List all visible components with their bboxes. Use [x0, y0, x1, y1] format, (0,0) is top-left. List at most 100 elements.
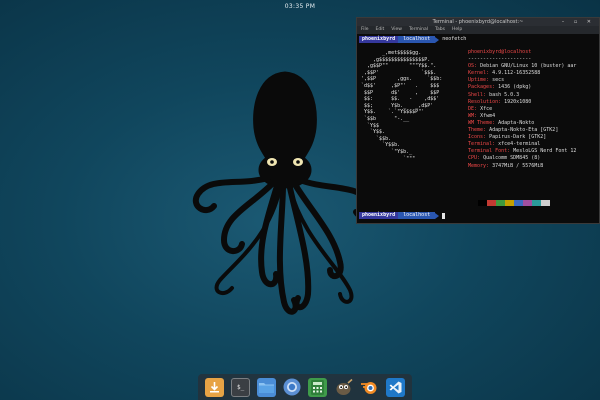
info-key: Terminal — [468, 141, 493, 148]
info-row-wm: WM: Xfwm4 — [468, 112, 496, 119]
logo-line: `$$b "-.__ — [361, 115, 410, 122]
info-row-resolution: Resolution: 1920x1080 — [468, 98, 532, 105]
palette-swatch — [541, 200, 550, 206]
info-key: CPU — [468, 155, 478, 162]
info-value: Adapta-Nokto-Eta [GTK2] — [489, 127, 559, 134]
palette-swatch — [532, 200, 541, 206]
info-key: Theme — [468, 127, 484, 134]
logo-line: _,met$$$$$gg. — [361, 50, 422, 56]
info-row-terminal: Terminal: xfce4-terminal — [468, 141, 541, 148]
file-manager-icon[interactable] — [256, 377, 276, 397]
logo-line: Y$$. `.`"Y$$$$P"' — [361, 109, 425, 116]
info-key: Resolution — [468, 98, 499, 105]
info-value: bash 5.0.3 — [489, 91, 520, 98]
info-value: 3747MiB / 5576MiB — [492, 162, 544, 169]
info-key: Uptime — [468, 77, 487, 84]
info-user-host: phoenixbyrd@localhost — [468, 49, 532, 55]
blender-icon[interactable] — [360, 378, 379, 397]
logo-line: ,g$$P"" """Y$$.". — [361, 63, 437, 70]
window-controls[interactable]: – ▫ ✕ — [562, 18, 595, 26]
logo-line: ,g$$$$$$$$$$$$$$$P. — [361, 56, 431, 63]
palette-swatch — [523, 200, 532, 206]
calculator-icon[interactable] — [308, 377, 328, 397]
prompt-host: localhost — [398, 36, 436, 43]
prompt-user: phoenixbyrd — [359, 36, 399, 43]
logo-line: `d$$' ,$P"' . $$$ — [361, 82, 440, 89]
logo-line: `$$b. — [361, 135, 392, 142]
palette-swatch — [496, 200, 505, 206]
palette-swatch — [478, 200, 487, 206]
info-row-terminal-font: Terminal Font: MesloLGS Nerd Font 12 — [468, 148, 577, 155]
terminal-titlebar[interactable]: Terminal - phoenixbyrd@localhost:~ – ▫ ✕ — [357, 18, 599, 26]
info-value: 1436 (dpkg) — [498, 84, 532, 91]
info-value: Xfce — [480, 105, 493, 112]
info-value: 1920x1080 — [504, 98, 532, 105]
info-row-os: OS: Debian GNU/Linux 10 (buster) aar — [468, 63, 577, 70]
info-value: secs — [492, 77, 505, 84]
vscode-icon[interactable] — [385, 377, 405, 397]
palette-swatch — [487, 200, 496, 206]
info-value: Qualcomm SDM845 (8) — [483, 155, 541, 162]
menu-help[interactable]: Help — [452, 26, 462, 34]
menu-tabs[interactable]: Tabs — [435, 26, 445, 34]
prompt-arrow-icon — [435, 212, 440, 219]
terminal-icon[interactable]: $_ — [231, 377, 251, 397]
downloads-icon[interactable] — [205, 377, 225, 397]
logo-line: `""" — [361, 155, 416, 162]
info-value: Debian GNU/Linux 10 (buster) aar — [480, 63, 577, 70]
info-row-wm-theme: WM Theme: Adapta-Nokto — [468, 119, 535, 126]
prompt-arrow-icon — [435, 36, 440, 43]
info-key: Icons — [468, 134, 484, 141]
menu-terminal[interactable]: Terminal — [409, 26, 428, 34]
info-value: 4.9.112-16352588 — [492, 70, 541, 77]
info-key: Terminal Font — [468, 148, 508, 155]
active-prompt[interactable]: phoenixbyrd localhost — [359, 212, 446, 219]
palette-swatch — [505, 200, 514, 206]
system-info: phoenixbyrd@localhost ------------------… — [468, 49, 600, 170]
terminal-window[interactable]: Terminal - phoenixbyrd@localhost:~ – ▫ ✕… — [356, 17, 600, 224]
info-key: Packages — [468, 84, 493, 91]
info-value: Papirus-Dark [GTK2] — [489, 134, 547, 141]
dock: $_ — [198, 374, 412, 400]
info-key: WM Theme — [468, 119, 493, 126]
menu-view[interactable]: View — [391, 26, 402, 34]
logo-line: ,$$P' `$$$. — [361, 69, 437, 76]
logo-line: $$: $$. - ,d$$' — [361, 96, 440, 103]
info-key: Memory — [468, 162, 487, 169]
palette-swatch — [514, 200, 523, 206]
terminal-body[interactable]: phoenixbyrd localhost neofetch _,met$$$$… — [357, 34, 599, 223]
info-row-uptime: Uptime: secs — [468, 77, 505, 84]
text-cursor — [442, 212, 446, 219]
logo-line: $$P d$' , $$P — [361, 89, 440, 96]
info-separator: --------------------- — [468, 56, 532, 63]
logo-line: ',$$P ,ggs. `$$b: — [361, 76, 443, 83]
info-row-shell: Shell: bash 5.0.3 — [468, 91, 520, 98]
info-row-de: DE: Xfce — [468, 105, 493, 112]
panel-clock[interactable]: 03:35 PM — [285, 3, 315, 10]
gimp-icon[interactable] — [334, 378, 353, 397]
info-value: xfce4-terminal — [498, 141, 541, 148]
info-value: Xfwm4 — [480, 112, 496, 119]
info-row-memory: Memory: 3747MiB / 5576MiB — [468, 162, 544, 169]
info-value: Adapta-Nokto — [498, 119, 535, 126]
info-row-kernel: Kernel: 4.9.112-16352588 — [468, 70, 541, 77]
menu-file[interactable]: File — [361, 26, 369, 34]
entered-command: neofetch — [442, 36, 467, 42]
terminal-menubar: File Edit View Terminal Tabs Help — [357, 26, 599, 34]
logo-line: `"Y$b._ — [361, 148, 413, 155]
info-row-theme: Theme: Adapta-Nokto-Eta [GTK2] — [468, 127, 559, 134]
logo-line: `Y$$b. — [361, 142, 401, 149]
info-value: MesloLGS Nerd Font 12 — [513, 148, 577, 155]
prompt-host: localhost — [398, 212, 436, 219]
top-panel: 03:35 PM — [0, 0, 600, 12]
info-row-cpu: CPU: Qualcomm SDM845 (8) — [468, 155, 541, 162]
logo-line: $$; Y$b._ _,d$P' — [361, 102, 434, 109]
logo-line: `Y$$ — [361, 122, 380, 129]
info-row-packages: Packages: 1436 (dpkg) — [468, 84, 532, 91]
logo-line: `Y$$. — [361, 129, 386, 136]
color-palette — [478, 200, 550, 206]
info-key: Kernel — [468, 70, 487, 77]
menu-edit[interactable]: Edit — [376, 26, 385, 34]
command-prompt: phoenixbyrd localhost neofetch — [359, 36, 466, 43]
chromium-icon[interactable] — [283, 378, 302, 397]
